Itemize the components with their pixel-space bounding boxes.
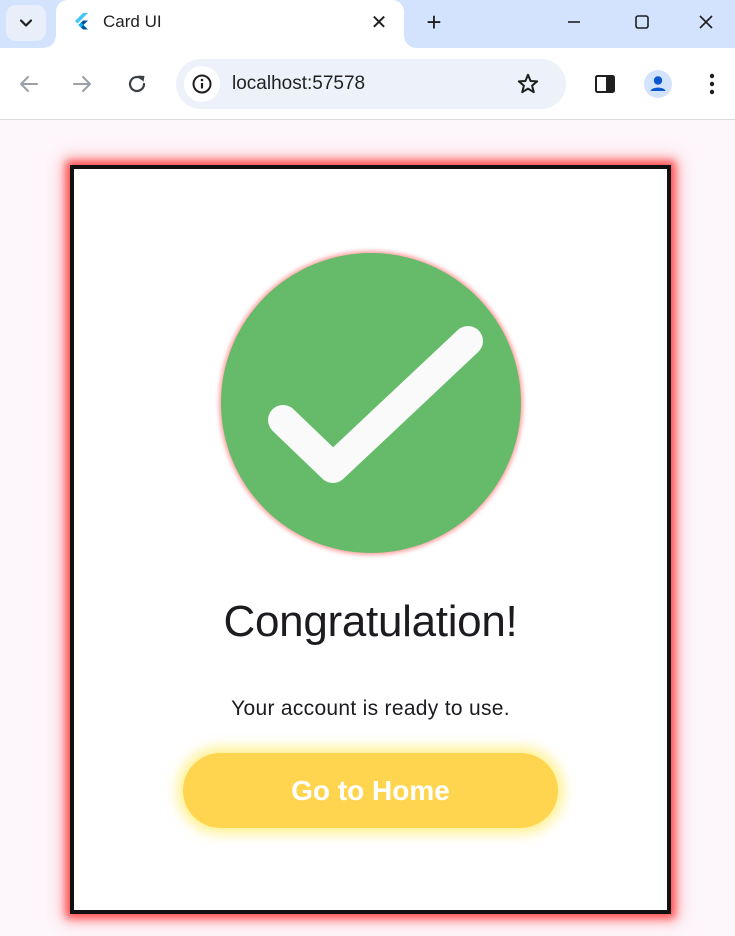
url-text[interactable]: localhost:57578 [232, 73, 365, 95]
address-bar[interactable]: localhost:57578 [176, 59, 566, 109]
success-badge [221, 253, 521, 553]
checkmark-icon [268, 326, 483, 483]
card-message: Your account is ready to use. [231, 697, 510, 720]
flutter-icon [75, 13, 88, 30]
profile-button[interactable] [640, 66, 676, 102]
site-info-button[interactable] [184, 66, 220, 102]
maximize-icon [635, 15, 649, 29]
kebab-menu-icon [709, 73, 715, 95]
chevron-down-icon [19, 19, 33, 27]
active-tab[interactable]: Card UI ✕ [44, 0, 416, 48]
side-panel-button[interactable] [587, 66, 623, 102]
close-window-button[interactable] [676, 0, 735, 44]
reload-button[interactable] [119, 66, 155, 102]
page-content: Congratulation! Your account is ready to… [0, 121, 735, 936]
star-icon [517, 73, 539, 94]
go-to-home-button[interactable]: Go to Home [183, 753, 558, 828]
side-panel-icon [595, 75, 615, 93]
menu-button[interactable] [694, 66, 730, 102]
tab-title: Card UI [103, 12, 162, 31]
minimize-button[interactable] [540, 0, 608, 44]
forward-button[interactable] [64, 66, 100, 102]
bookmark-button[interactable] [512, 68, 544, 100]
back-button[interactable] [11, 66, 47, 102]
maximize-button[interactable] [608, 0, 676, 44]
tab-close-icon[interactable]: ✕ [366, 9, 392, 35]
tab-search-button[interactable] [6, 5, 46, 41]
minimize-icon [568, 21, 580, 23]
back-arrow-icon [20, 76, 38, 92]
success-card: Congratulation! Your account is ready to… [70, 165, 671, 914]
new-tab-button[interactable]: + [418, 6, 450, 38]
info-icon [192, 74, 212, 94]
browser-toolbar: localhost:57578 [0, 48, 735, 120]
reload-icon [128, 75, 146, 93]
tab-strip: Card UI ✕ + [0, 0, 735, 48]
close-icon [698, 15, 713, 29]
forward-arrow-icon [73, 76, 91, 92]
profile-icon [644, 70, 672, 98]
card-title: Congratulation! [223, 597, 518, 646]
